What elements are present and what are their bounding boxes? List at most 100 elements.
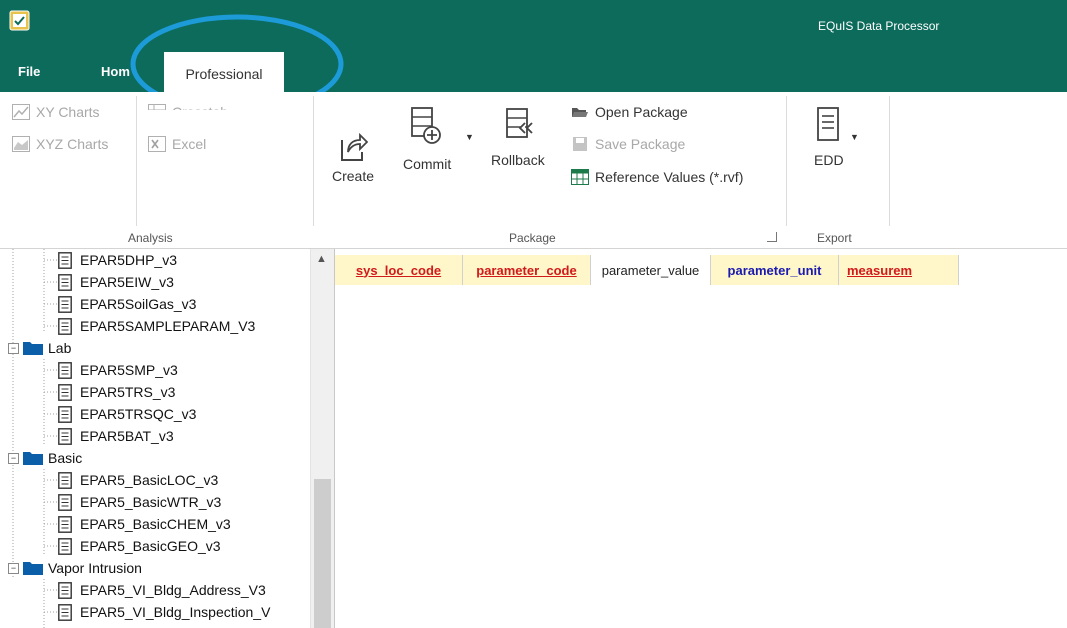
document-icon xyxy=(58,295,72,313)
commit-label: Commit xyxy=(403,156,452,172)
tab-professional[interactable]: Professional xyxy=(164,52,284,92)
tree-item[interactable]: EPAR5_BasicWTR_v3 xyxy=(58,491,221,513)
analysis-group-label: Analysis xyxy=(128,231,173,245)
column-header-parameter-value[interactable]: parameter_value xyxy=(591,255,711,285)
tree-item-label: EPAR5_BasicWTR_v3 xyxy=(80,494,222,510)
tree-item-label: EPAR5DHP_v3 xyxy=(80,252,178,268)
document-icon xyxy=(58,537,72,555)
commit-icon xyxy=(411,107,442,144)
edd-button[interactable]: EDD xyxy=(814,106,844,168)
folder-icon xyxy=(23,562,43,575)
tree-item-label: EPAR5_BasicGEO_v3 xyxy=(80,538,221,554)
tree-folder[interactable]: − Basic xyxy=(8,447,82,469)
edd-format-tree: EPAR5DHP_v3 EPAR5EIW_v3 EPAR5SoilGas_v3 EPA… xyxy=(0,249,333,628)
document-icon xyxy=(58,361,72,379)
tree-item-label: EPAR5SAMPLEPARAM_V3 xyxy=(80,318,256,334)
folder-icon xyxy=(23,452,43,465)
app-icon xyxy=(9,10,30,31)
document-icon xyxy=(58,251,72,269)
analysis-group-separator xyxy=(313,96,314,226)
open-package-label: Open Package xyxy=(595,104,688,120)
tree-item[interactable]: EPAR5DHP_v3 xyxy=(58,249,177,271)
save-icon xyxy=(573,137,587,151)
tree-item[interactable]: EPAR5EIW_v3 xyxy=(58,271,174,293)
tree-item-label: EPAR5_BasicCHEM_v3 xyxy=(80,516,231,532)
tree-item[interactable]: EPAR5_BasicLOC_v3 xyxy=(58,469,218,491)
xyz-charts-button[interactable]: XYZ Charts xyxy=(12,136,108,152)
grid-header-row: sys_loc_code parameter_code parameter_valu… xyxy=(335,255,959,285)
commit-dropdown-arrow[interactable]: ▼ xyxy=(465,132,474,142)
tree-item[interactable]: EPAR5_VI_Bldg_Address_V3 xyxy=(58,579,266,601)
save-package-label: Save Package xyxy=(595,136,686,152)
analysis-inner-separator xyxy=(136,96,137,226)
tab-home[interactable]: Hom xyxy=(101,64,130,79)
package-dialog-launcher-icon[interactable] xyxy=(767,232,777,242)
open-package-button[interactable]: Open Package xyxy=(571,104,688,120)
tree-item-label: EPAR5BAT_v3 xyxy=(80,428,174,444)
ribbon: XY Charts XYZ Charts Crosstab Excel Anal… xyxy=(0,92,1067,249)
tree-item[interactable]: EPAR5SoilGas_v3 xyxy=(58,293,196,315)
tree-folder[interactable]: − Lab xyxy=(8,337,71,359)
tree-item[interactable]: EPAR5_VI_Bldg_Inspection_V xyxy=(58,601,270,623)
edd-document-icon xyxy=(816,107,839,141)
save-package-button[interactable]: Save Package xyxy=(571,136,685,152)
excel-button[interactable]: Excel xyxy=(148,136,206,152)
collapse-toggle-icon[interactable]: − xyxy=(8,342,19,354)
document-icon xyxy=(58,581,72,599)
tree-item-label: EPAR5EIW_v3 xyxy=(80,274,174,290)
tree-item[interactable]: EPAR5TRSQC_v3 xyxy=(58,403,196,425)
tree-item[interactable]: EPAR5TRS_v3 xyxy=(58,381,175,403)
xyz-charts-label: XYZ Charts xyxy=(36,136,109,152)
tree-scrollbar[interactable]: ▲ xyxy=(310,249,334,628)
scroll-up-arrow-icon[interactable]: ▲ xyxy=(316,253,327,265)
crosstab-button[interactable]: Crosstab xyxy=(148,104,228,110)
tree-item-label: Lab xyxy=(48,340,72,356)
folder-icon xyxy=(23,342,43,355)
xy-charts-button[interactable]: XY Charts xyxy=(12,104,100,120)
tree-item-label: EPAR5TRS_v3 xyxy=(80,384,176,400)
document-icon xyxy=(58,427,72,445)
tree-item-label: EPAR5SoilGas_v3 xyxy=(80,296,197,312)
rollback-icon xyxy=(505,108,533,138)
collapse-toggle-icon[interactable]: − xyxy=(8,562,19,574)
document-icon xyxy=(58,317,72,335)
grid-table-icon xyxy=(571,169,589,185)
create-button[interactable]: Create xyxy=(332,130,374,184)
column-header-parameter-unit[interactable]: parameter_unit xyxy=(711,255,839,285)
tree-item[interactable]: EPAR5_BasicGEO_v3 xyxy=(58,535,221,557)
tree-item-label: EPAR5_VI_Bldg_Inspection_V xyxy=(80,604,271,620)
column-header-sys-loc-code[interactable]: sys_loc_code xyxy=(335,255,463,285)
reference-values-label: Reference Values (*.rvf) xyxy=(595,169,744,185)
tree-item-label: Basic xyxy=(48,450,83,466)
tree-item[interactable]: EPAR5SAMPLEPARAM_V3 xyxy=(58,315,255,337)
export-group-separator xyxy=(889,96,890,226)
title-bar: EQuIS Data Processor File Hom Profession… xyxy=(0,0,1067,114)
tree-item[interactable]: EPAR5SMP_v3 xyxy=(58,359,178,381)
document-icon xyxy=(58,515,72,533)
document-icon xyxy=(58,405,72,423)
export-group-label: Export xyxy=(817,231,852,245)
tree-item[interactable]: EPAR5_BasicCHEM_v3 xyxy=(58,513,231,535)
document-icon xyxy=(58,493,72,511)
table-icon xyxy=(148,104,166,110)
column-header-measurem[interactable]: measurem xyxy=(839,255,959,285)
package-group-separator xyxy=(786,96,787,226)
column-header-parameter-code[interactable]: parameter_code xyxy=(463,255,591,285)
surface-chart-icon xyxy=(12,136,30,152)
document-icon xyxy=(58,603,72,621)
collapse-toggle-icon[interactable]: − xyxy=(8,452,19,464)
tree-item-label: EPAR5SMP_v3 xyxy=(80,362,178,378)
scrollbar-thumb[interactable] xyxy=(314,479,331,628)
tree-item[interactable]: EPAR5BAT_v3 xyxy=(58,425,174,447)
reference-values-button[interactable]: Reference Values (*.rvf) xyxy=(571,169,743,185)
create-label: Create xyxy=(332,168,375,184)
tab-file[interactable]: File xyxy=(18,64,40,79)
folder-open-icon xyxy=(572,108,588,117)
tree-folder[interactable]: − Vapor Intrusion xyxy=(8,557,142,579)
excel-icon xyxy=(148,136,166,152)
edd-dropdown-arrow[interactable]: ▼ xyxy=(850,132,859,142)
edd-label: EDD xyxy=(814,152,844,168)
commit-button[interactable]: Commit xyxy=(403,106,451,172)
package-group-label: Package xyxy=(509,231,556,245)
rollback-button[interactable]: Rollback xyxy=(491,106,545,168)
